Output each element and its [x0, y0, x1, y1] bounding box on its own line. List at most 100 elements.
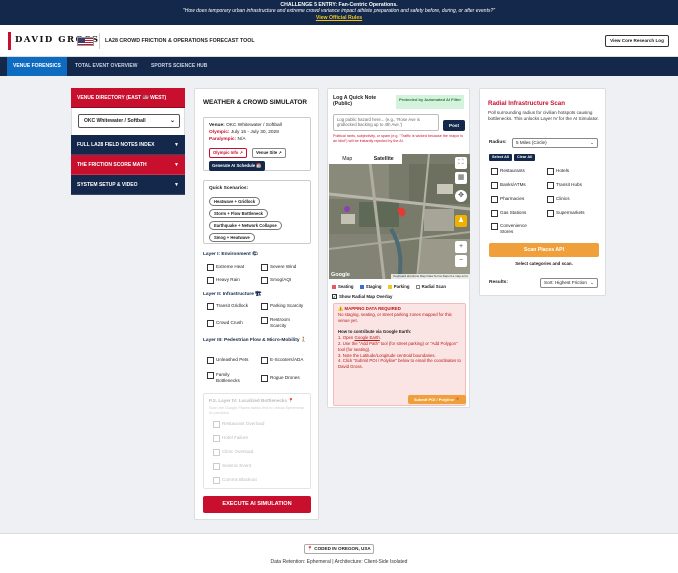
scenario-heatwave-gridlock[interactable]: Heatwave + Gridlock	[209, 197, 261, 206]
tab-sports-science-hub[interactable]: SPORTS SCIENCE HUB	[151, 57, 207, 76]
coded-in-oregon-badge: 📍 CODED IN OREGON, USA	[304, 544, 374, 554]
generate-schedule-button[interactable]: Generate AI Schedule 📅	[209, 161, 265, 171]
field-notes-index-item[interactable]: FULL LA28 FIELD NOTES INDEX ▼	[71, 135, 185, 155]
extreme-heat-checkbox[interactable]: Extreme Heat	[207, 264, 244, 271]
supermarkets-checkbox[interactable]: Supermarkets	[547, 210, 585, 217]
venue-label: Venue:	[209, 123, 225, 128]
scenario-earthquake-network[interactable]: Earthquake + Network Collapse	[209, 221, 282, 230]
quick-note-input[interactable]: Log public hazard here... (e.g., 'Rose A…	[333, 114, 439, 131]
sort-select[interactable]: Sort: Highest Friction ⌄	[540, 278, 598, 288]
research-log-button[interactable]: View Core Research Log	[605, 35, 669, 47]
quick-scenarios-label: Quick Scenarios:	[209, 186, 249, 191]
radius-select[interactable]: 5 Miles (Circle) ⌄	[512, 138, 598, 148]
clinic-overload-checkbox[interactable]: Clinic Overload	[213, 449, 253, 456]
radial-scan-title: Radial Infrastructure Scan	[488, 100, 566, 107]
google-earth-link[interactable]: Google Earth	[354, 335, 379, 340]
clear-all-button[interactable]: Clear All	[514, 154, 536, 161]
weather-crowd-simulator: WEATHER & CROWD SIMULATOR Venue: OKC Whi…	[194, 88, 319, 520]
satellite-tab[interactable]: Satellite	[366, 154, 403, 164]
family-bottlenecks-checkbox[interactable]: Family Bottlenecks	[207, 372, 253, 383]
restaurant-overload-checkbox[interactable]: Restaurant Overload	[213, 421, 264, 428]
friction-score-math-item[interactable]: THE FRICTION SCORE MATH ▼	[71, 155, 185, 175]
olympic-line: Olympic: July 15 - July 30, 2028	[209, 129, 309, 136]
page-footer: 📍 CODED IN OREGON, USA Data Retention: E…	[0, 533, 678, 573]
execute-simulation-button[interactable]: EXECUTE AI SIMULATION	[203, 496, 311, 513]
challenge-banner: CHALLENGE 5 ENTRY: Fan-Centric Operation…	[0, 0, 678, 25]
severe-wind-checkbox[interactable]: Severe Wind	[261, 264, 296, 271]
street-view-icon[interactable]: ♟	[455, 215, 467, 227]
map-layers-icon[interactable]: ▦	[455, 172, 467, 184]
ai-filter-badge: Protected by Automated AI Filter	[396, 95, 464, 109]
sort-value: Sort: Highest Friction	[544, 280, 587, 285]
tab-total-event-overview[interactable]: TOTAL EVENT OVERVIEW	[75, 57, 137, 76]
system-setup-video-item[interactable]: SYSTEM SETUP & VIDEO ▼	[71, 175, 185, 195]
olympic-info-button[interactable]: Olympic Info ↗	[209, 148, 248, 158]
scenario-storm-bottleneck[interactable]: Storm + Flow Bottleneck	[209, 209, 268, 218]
transit-hubs-checkbox[interactable]: Transit Hubs	[547, 182, 582, 189]
moderation-notice: Political rants, subjectivity, or spam (…	[333, 134, 463, 143]
comms-blackout-checkbox[interactable]: Comms Blackout	[213, 477, 257, 484]
e-scooters-ada-checkbox[interactable]: E-Scooters/ADA	[261, 357, 303, 364]
hotel-failure-checkbox[interactable]: Hotel Failure	[213, 435, 248, 442]
rogue-drones-checkbox[interactable]: Rogue Drones	[261, 375, 300, 382]
layer-localized-heading: P.S. Layer IV: Localized Bottlenecks 📍	[209, 398, 295, 403]
paralympic-label: Paralympic:	[209, 137, 237, 142]
zoom-out-icon[interactable]: −	[455, 255, 467, 267]
scan-hint: Select categories and scan.	[515, 261, 573, 266]
radius-value: 5 Miles (Circle)	[516, 140, 547, 145]
convenience-stores-checkbox[interactable]: Convenience Stores	[491, 223, 531, 234]
venue-map[interactable]: Map Satellite ⛶ ▦ ✥ ♟ + − Google Keyboar…	[329, 154, 470, 279]
gas-stations-checkbox[interactable]: Gas Stations	[491, 210, 526, 217]
radial-scan-panel: Radial Infrastructure Scan Poll surround…	[479, 88, 606, 296]
transit-gridlock-checkbox[interactable]: Transit Gridlock	[207, 303, 248, 310]
radius-label: Radius:	[489, 140, 507, 145]
pharmacies-checkbox[interactable]: Pharmacies	[491, 196, 524, 203]
main-nav: VENUE FORENSICS TOTAL EVENT OVERVIEW SPO…	[0, 57, 678, 76]
venue-select[interactable]: OKC Whitewater / Softball ⌄	[78, 114, 180, 128]
results-label: Results:	[489, 280, 508, 285]
venue-site-button[interactable]: Venue Site ↗	[252, 148, 286, 158]
olympic-dates: July 15 - July 30, 2028	[230, 130, 279, 135]
mapping-alert: ⚠️ MAPPING DATA REQUIRED No staging, sea…	[333, 303, 466, 406]
parking-scarcity-checkbox[interactable]: Parking Scarcity	[261, 303, 303, 310]
venue-value: OKC Whitewater / Softball	[226, 123, 282, 128]
scenario-smog-heatwave[interactable]: Smog + Heatwave	[209, 233, 255, 242]
caret-down-icon: ▼	[174, 162, 179, 168]
restaurants-checkbox[interactable]: Restaurants	[491, 168, 525, 175]
us-flag-icon	[77, 37, 94, 46]
chevron-down-icon: ⌄	[590, 140, 594, 145]
map-tab[interactable]: Map	[329, 154, 366, 164]
layer-infrastructure-heading: Layer II: Infrastructure 🏗	[203, 292, 262, 297]
radial-overlay-toggle[interactable]: ✓ Show Radial Map Overlay	[332, 294, 392, 300]
map-footer[interactable]: Keyboard shortcuts Map Data Terms Report…	[391, 274, 470, 279]
localized-bottlenecks-card: P.S. Layer IV: Localized Bottlenecks 📍 S…	[203, 393, 311, 489]
scan-places-button[interactable]: Scan Places API	[489, 243, 599, 257]
friction-score-label: THE FRICTION SCORE MATH	[77, 162, 147, 168]
submit-poi-button[interactable]: Submit POI / Polyline 📍	[408, 395, 466, 404]
hotels-checkbox[interactable]: Hotels	[547, 168, 569, 175]
banks-atms-checkbox[interactable]: Banks/ATMs	[491, 182, 526, 189]
venue-directory-header: VENUE DIRECTORY (EAST 🇺🇸 WEST)	[71, 88, 185, 108]
step-2: 2. Use the "Add Path" tool (for street p…	[338, 340, 458, 352]
official-rules-link[interactable]: View Official Rules	[0, 15, 678, 21]
restroom-scarcity-checkbox[interactable]: Restroom Scarcity	[261, 317, 305, 328]
fullscreen-icon[interactable]: ⛶	[455, 157, 467, 169]
select-all-button[interactable]: Select All	[489, 154, 512, 161]
seismic-event-checkbox[interactable]: Seismic Event	[213, 463, 251, 470]
tab-venue-forensics[interactable]: VENUE FORENSICS	[7, 57, 67, 76]
mapping-alert-body: No staging, seating, or street parking z…	[338, 311, 452, 323]
chevron-down-icon: ⌄	[169, 118, 175, 124]
clinics-checkbox[interactable]: Clinics	[547, 196, 570, 203]
legend-seating: Seating	[332, 284, 354, 289]
layer-pedestrian-heading: Layer III: Pedestrian Flow & Micro-Mobil…	[203, 338, 307, 343]
quick-scenarios-card: Quick Scenarios: Heatwave + Gridlock Sto…	[203, 180, 311, 244]
unleashed-pets-checkbox[interactable]: Unleashed Pets	[207, 357, 248, 364]
post-button[interactable]: Post	[443, 120, 465, 131]
legend-parking: Parking	[387, 284, 409, 289]
header-divider	[99, 33, 100, 49]
crowd-crush-checkbox[interactable]: Crowd Crush	[207, 320, 243, 327]
heavy-rain-checkbox[interactable]: Heavy Rain	[207, 277, 240, 284]
smog-aqi-checkbox[interactable]: Smog/AQI	[261, 277, 291, 284]
pan-control-icon[interactable]: ✥	[455, 190, 467, 202]
zoom-in-icon[interactable]: +	[455, 241, 467, 253]
